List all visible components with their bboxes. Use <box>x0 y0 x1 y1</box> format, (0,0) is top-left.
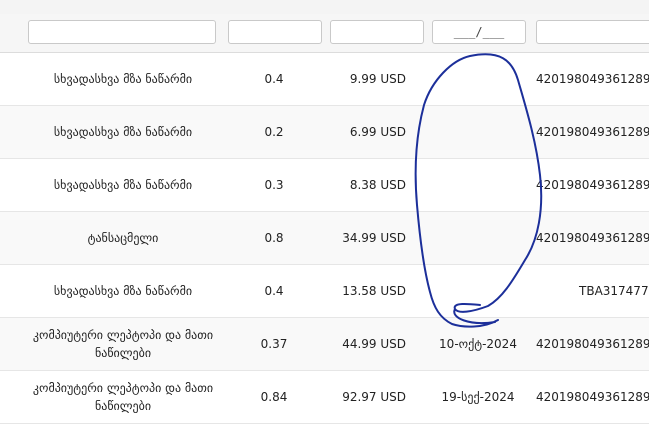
item-name: კომპიუტერი ლეპტოპი და მათი ნაწილები <box>32 381 214 413</box>
item-price: 9.99 USD <box>349 72 406 86</box>
item-date: 19-სექ-2024 <box>441 390 515 404</box>
item-tracking-number: 42019804936128968 <box>536 390 649 404</box>
item-weight: 0.84 <box>260 390 288 404</box>
item-tracking-number: 42019804936128968 <box>536 125 649 139</box>
weight-filter-input[interactable] <box>228 20 322 44</box>
table-row[interactable]: სხვადასხვა მზა ნაწარმი 0.4 13.58 USD TBA… <box>0 265 649 318</box>
filter-row <box>0 14 649 53</box>
tracking-filter-input[interactable] <box>536 20 649 44</box>
item-date <box>420 265 536 317</box>
table-row[interactable]: კომპიუტერი ლეპტოპი და მათი ნაწილები 0.37… <box>0 318 649 371</box>
table-row[interactable]: სხვადასხვა მზა ნაწარმი 0.2 6.99 USD 4201… <box>0 106 649 159</box>
item-name: სხვადასხვა მზა ნაწარმი <box>53 72 193 86</box>
item-price: 92.97 USD <box>342 390 406 404</box>
item-name: ტანსაცმელი <box>87 231 159 245</box>
item-tracking-number: TBA3174771 <box>579 284 649 298</box>
item-tracking-number: 42019804936128968 <box>536 337 649 351</box>
item-weight: 0.4 <box>264 72 284 86</box>
date-filter-input[interactable] <box>432 20 526 44</box>
item-price: 34.99 USD <box>342 231 406 245</box>
item-weight: 0.3 <box>264 178 284 192</box>
item-name: კომპიუტერი ლეპტოპი და მათი ნაწილები <box>32 328 214 360</box>
item-weight: 0.2 <box>264 125 284 139</box>
table-top-strip <box>0 0 649 15</box>
item-price: 44.99 USD <box>342 337 406 351</box>
item-date <box>420 106 536 158</box>
item-price: 13.58 USD <box>342 284 406 298</box>
item-price: 8.38 USD <box>349 178 406 192</box>
item-tracking-number: 42019804936128968 <box>536 72 649 86</box>
item-tracking-number: 42019804936128968 <box>536 231 649 245</box>
table-row[interactable]: ტანსაცმელი 0.8 34.99 USD 420198049361289… <box>0 212 649 265</box>
item-weight: 0.4 <box>264 284 284 298</box>
item-tracking-number: 42019804936128968 <box>536 178 649 192</box>
item-name: სხვადასხვა მზა ნაწარმი <box>53 125 193 139</box>
item-weight: 0.8 <box>264 231 284 245</box>
item-price: 6.99 USD <box>349 125 406 139</box>
table-row[interactable]: სხვადასხვა მზა ნაწარმი 0.4 9.99 USD 4201… <box>0 53 649 106</box>
price-filter-input[interactable] <box>330 20 424 44</box>
item-name: სხვადასხვა მზა ნაწარმი <box>53 178 193 192</box>
table-row[interactable]: კომპიუტერი ლეპტოპი და მათი ნაწილები 0.84… <box>0 371 649 424</box>
item-date: 10-ოქტ-2024 <box>439 337 517 351</box>
table-row[interactable]: სხვადასხვა მზა ნაწარმი 0.3 8.38 USD 4201… <box>0 159 649 212</box>
item-name: სხვადასხვა მზა ნაწარმი <box>53 284 193 298</box>
item-date <box>420 53 536 105</box>
name-filter-input[interactable] <box>28 20 216 44</box>
item-date <box>420 159 536 211</box>
item-weight: 0.37 <box>260 337 288 351</box>
item-date <box>420 212 536 264</box>
